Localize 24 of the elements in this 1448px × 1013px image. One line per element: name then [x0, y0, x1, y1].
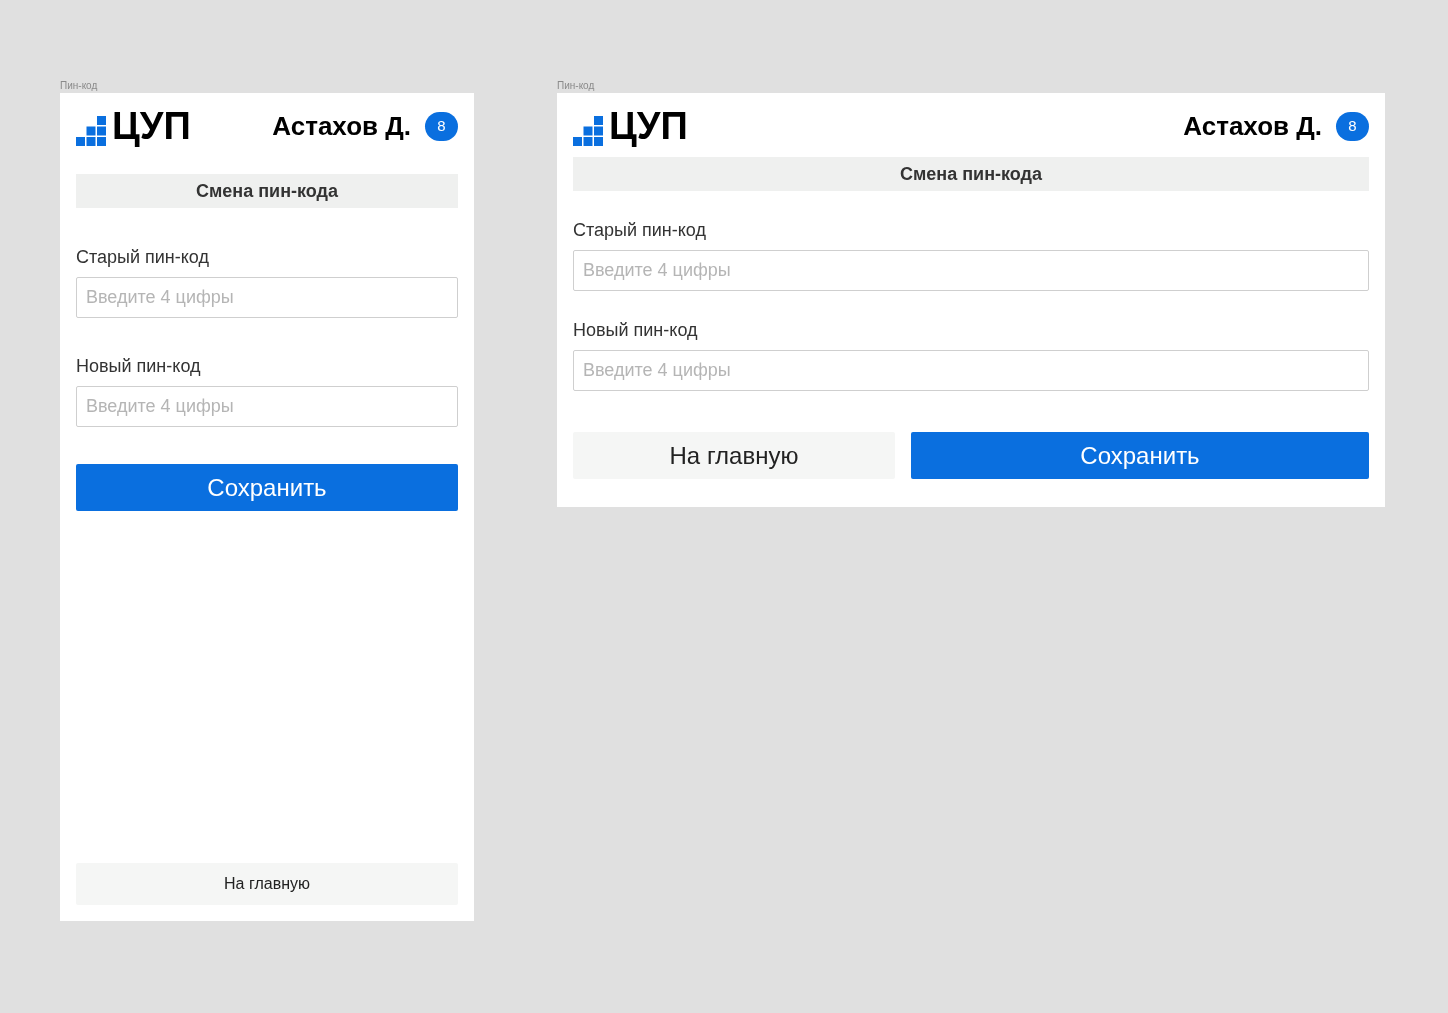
- home-button[interactable]: На главную: [573, 432, 895, 479]
- section-title: Смена пин-кода: [76, 174, 458, 208]
- notification-badge: 8: [1336, 111, 1369, 141]
- field-label: Новый пин-код: [76, 355, 202, 378]
- pin-input[interactable]: Введите 4 цифры: [573, 250, 1369, 291]
- logo-text: ЦУП: [609, 106, 688, 146]
- field-label: Старый пин-код: [76, 246, 210, 269]
- section-title: Смена пин-кода: [573, 157, 1369, 191]
- pin-input[interactable]: Введите 4 цифры: [573, 350, 1369, 391]
- home-button[interactable]: На главную: [76, 863, 458, 905]
- field-label: Старый пин-код: [573, 219, 707, 242]
- field-label: Новый пин-код: [573, 319, 699, 342]
- logo-icon: [573, 116, 603, 146]
- logo-text: ЦУП: [112, 106, 191, 146]
- notification-badge: 8: [425, 111, 458, 141]
- pin-input[interactable]: Введите 4 цифры: [76, 277, 458, 318]
- user-name: Астахов Д.: [1183, 109, 1322, 143]
- user-name: Астахов Д.: [272, 109, 411, 143]
- logo-icon: [76, 116, 106, 146]
- frame-label: Пин-код: [557, 79, 596, 93]
- pin-input[interactable]: Введите 4 цифры: [76, 386, 458, 427]
- save-button[interactable]: Сохранить: [911, 432, 1369, 479]
- frame-label: Пин-код: [60, 79, 99, 93]
- save-button[interactable]: Сохранить: [76, 464, 458, 511]
